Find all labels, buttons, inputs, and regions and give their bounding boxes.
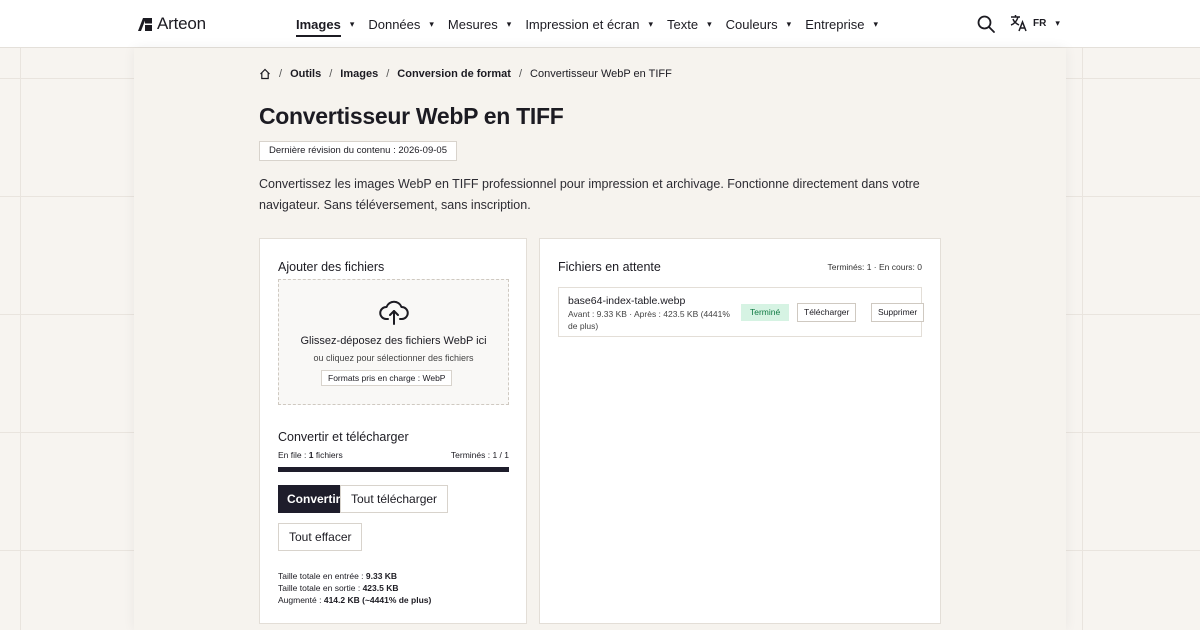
convert-title: Convertir et télécharger <box>278 430 409 444</box>
convert-button[interactable]: Convertir <box>278 485 350 513</box>
caret-down-icon: ▾ <box>1055 17 1060 28</box>
file-name: base64-index-table.webp <box>568 295 686 307</box>
dropzone-sub-text: ou cliquez pour sélectionner des fichier… <box>313 353 474 363</box>
nav-item-impression[interactable]: Impression et écran ▾ <box>525 0 653 48</box>
caret-down-icon: ▾ <box>429 18 434 29</box>
breadcrumb-outils[interactable]: Outils <box>290 68 321 80</box>
nav-item-donnees[interactable]: Données ▾ <box>368 0 434 48</box>
logo[interactable]: Arteon <box>137 14 206 34</box>
logo-text: Arteon <box>157 14 206 33</box>
page-title: Convertisseur WebP en TIFF <box>259 103 564 129</box>
breadcrumb-separator: / <box>279 68 283 80</box>
main-content: / Outils / Images / Conversion de format… <box>134 48 1066 630</box>
status-badge: Terminé <box>741 304 790 321</box>
queue-info: En file : 1 fichiers Terminés : 1 / 1 <box>278 450 509 460</box>
top-navigation-bar: Arteon Images ▾ Données ▾ Mesures ▾ Impr… <box>0 0 1200 48</box>
caret-down-icon: ▾ <box>349 18 355 29</box>
breadcrumb-images[interactable]: Images <box>340 68 378 80</box>
nav-item-label: Données <box>368 16 421 32</box>
download-file-button[interactable]: Télécharger <box>797 303 857 322</box>
supported-formats-badge: Formats pris en charge : WebP <box>321 370 453 386</box>
nav-item-label: Couleurs <box>725 16 778 32</box>
file-row: base64-index-table.webp Avant : 9.33 KB … <box>558 287 925 337</box>
nav-item-texte[interactable]: Texte ▾ <box>667 0 712 48</box>
dropzone-main-text: Glissez-déposez des fichiers WebP ici <box>300 335 487 347</box>
nav-item-label: Images <box>296 16 341 37</box>
nav-item-label: Impression et écran <box>525 16 640 32</box>
nav-item-entreprise[interactable]: Entreprise ▾ <box>805 0 878 48</box>
search-icon <box>977 15 995 33</box>
caret-down-icon: ▾ <box>786 18 792 29</box>
search-button[interactable] <box>976 14 996 34</box>
stat-increase: Augmenté : 414.2 KB (~4441% de plus) <box>278 595 432 605</box>
upload-title: Ajouter des fichiers <box>278 260 385 274</box>
delete-file-button[interactable]: Supprimer <box>871 303 925 322</box>
stat-output: Taille totale en sortie : 423.5 KB <box>278 583 399 593</box>
home-icon[interactable] <box>259 68 271 80</box>
queue-suffix: fichiers <box>313 450 343 460</box>
clear-all-button[interactable]: Tout effacer <box>278 523 363 551</box>
breadcrumb-separator: / <box>329 68 333 80</box>
stat-input: Taille totale en entrée : 9.33 KB <box>278 571 398 581</box>
pending-status: Terminés: 1 · En cours: 0 <box>827 262 922 272</box>
nav-item-couleurs[interactable]: Couleurs ▾ <box>726 0 792 48</box>
language-code: FR <box>1033 17 1047 29</box>
caret-down-icon: ▾ <box>873 18 878 29</box>
progress-bar <box>278 467 509 472</box>
nav-item-images[interactable]: Images ▾ <box>296 0 354 48</box>
file-meta: Avant : 9.33 KB · Après : 423.5 KB (4441… <box>568 309 730 331</box>
caret-down-icon: ▾ <box>707 18 712 29</box>
cloud-upload-icon <box>379 300 409 325</box>
caret-down-icon: ▾ <box>506 18 512 29</box>
revision-badge: Dernière révision du contenu : 2026-09-0… <box>259 141 457 161</box>
page-intro: Convertissez les images WebP en TIFF pro… <box>259 177 920 212</box>
translate-icon <box>1010 15 1027 32</box>
breadcrumb-separator: / <box>518 68 523 80</box>
size-stats: Taille totale en entrée : 9.33 KB Taille… <box>278 570 431 606</box>
language-selector[interactable]: FR ▾ <box>1010 14 1060 32</box>
breadcrumb-current: Convertisseur WebP en TIFF <box>530 68 672 80</box>
pending-files-card: Fichiers en attente Terminés: 1 · En cou… <box>539 238 941 624</box>
download-all-button[interactable]: Tout télécharger <box>340 485 449 513</box>
pending-title: Fichiers en attente <box>558 260 661 274</box>
nav-item-label: Mesures <box>447 16 498 32</box>
caret-down-icon: ▾ <box>648 18 654 29</box>
main-nav: Images ▾ Données ▾ Mesures ▾ Impression … <box>296 0 892 48</box>
nav-item-label: Entreprise <box>805 16 865 32</box>
breadcrumb-conversion[interactable]: Conversion de format <box>397 68 511 80</box>
done-count: Terminés : 1 / 1 <box>450 450 509 460</box>
breadcrumb-separator: / <box>386 68 390 80</box>
file-dropzone[interactable]: Glissez-déposez des fichiers WebP ici ou… <box>278 279 509 405</box>
nav-item-label: Texte <box>667 16 699 32</box>
upload-card: Ajouter des fichiers Glissez-déposez des… <box>259 238 527 624</box>
queue-label: En file : <box>278 450 309 460</box>
nav-item-mesures[interactable]: Mesures ▾ <box>448 0 511 48</box>
breadcrumb: / Outils / Images / Conversion de format… <box>259 68 672 80</box>
logo-icon <box>138 18 152 31</box>
